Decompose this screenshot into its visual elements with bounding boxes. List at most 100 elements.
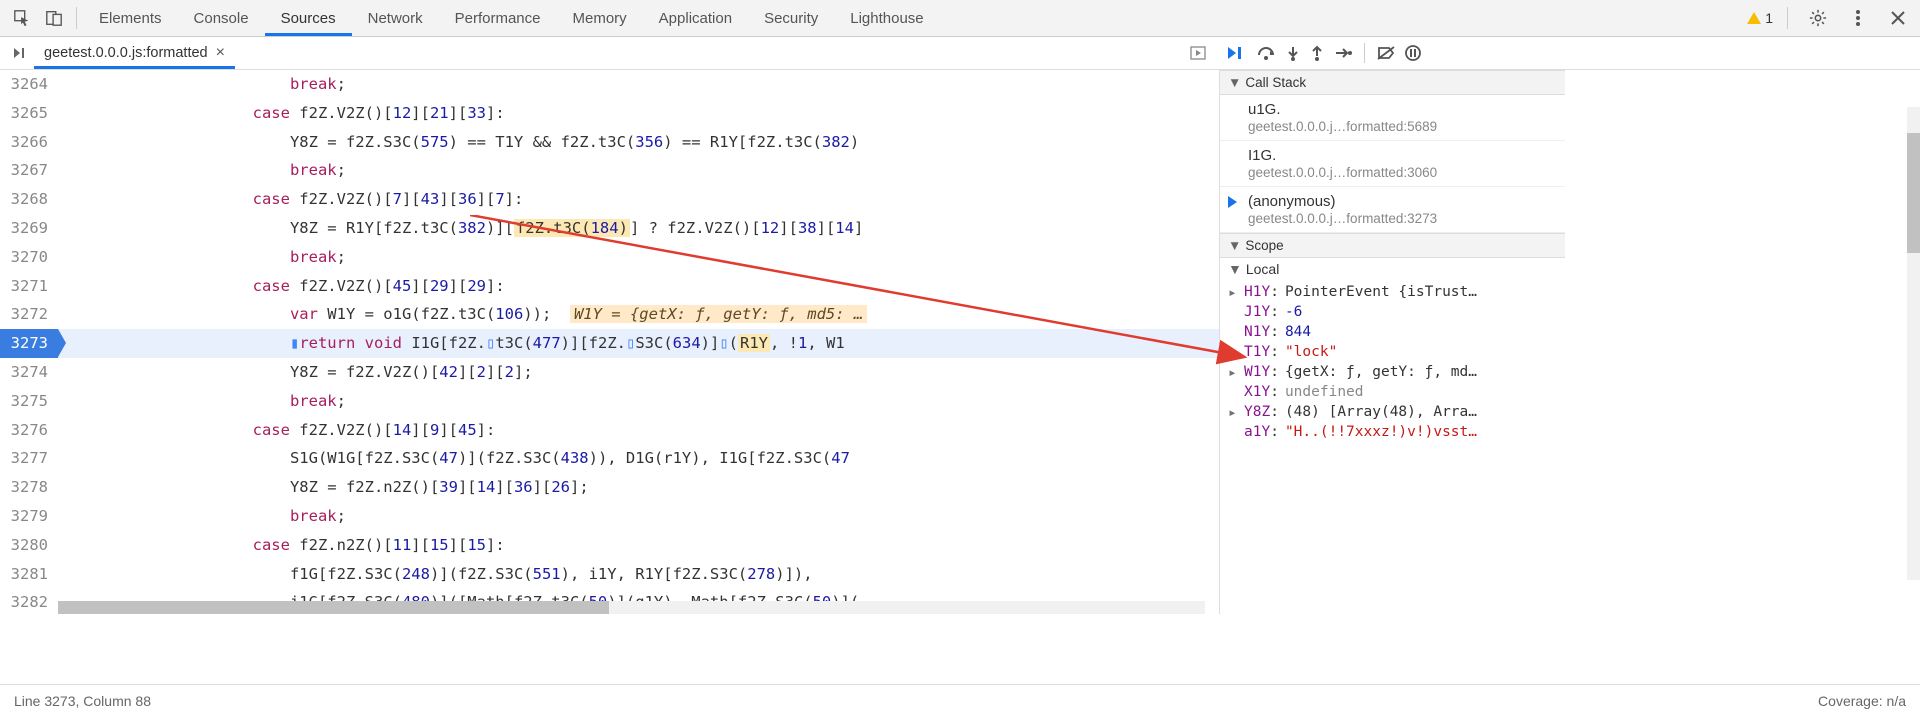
more-icon[interactable]	[1842, 2, 1874, 34]
line-number[interactable]: 3268	[0, 185, 58, 214]
code-line[interactable]: 3281 f1G[f2Z.S3C(248)](f2Z.S3C(551), i1Y…	[0, 560, 1219, 589]
call-stack-frame[interactable]: u1G.geetest.0.0.0.j…formatted:5689	[1220, 95, 1565, 141]
device-toolbar-icon[interactable]	[38, 2, 70, 34]
code-content: case f2Z.V2Z()[7][43][36][7]:	[58, 185, 1219, 214]
scope-local-body: ▸H1Y: PointerEvent {isTrust…J1Y: -6N1Y: …	[1220, 280, 1565, 448]
code-content: case f2Z.V2Z()[12][21][33]:	[58, 99, 1219, 128]
code-line[interactable]: 3270 break;	[0, 243, 1219, 272]
code-line[interactable]: 3273 ▮return void I1G[f2Z.▯t3C(477)][f2Z…	[0, 329, 1219, 358]
code-content: Y8Z = f2Z.S3C(575) == T1Y && f2Z.t3C(356…	[58, 128, 1219, 157]
step-over-icon[interactable]	[1256, 45, 1276, 61]
close-file-icon[interactable]: ×	[216, 44, 225, 62]
code-line[interactable]: 3275 break;	[0, 387, 1219, 416]
scope-variable[interactable]: ▸H1Y: PointerEvent {isTrust…	[1226, 282, 1559, 302]
close-devtools-icon[interactable]	[1882, 2, 1914, 34]
code-line[interactable]: 3269 Y8Z = R1Y[f2Z.t3C(382)][f2Z.t3C(184…	[0, 214, 1219, 243]
scope-variable[interactable]: ▸Y8Z: (48) [Array(48), Arra…	[1226, 402, 1559, 422]
panel-tab-security[interactable]: Security	[748, 0, 834, 36]
right-sidebar: ▼ Call Stack u1G.geetest.0.0.0.j…formatt…	[1220, 70, 1565, 614]
line-number[interactable]: 3270	[0, 243, 58, 272]
code-line[interactable]: 3268 case f2Z.V2Z()[7][43][36][7]:	[0, 185, 1219, 214]
line-number[interactable]: 3271	[0, 272, 58, 301]
scope-variable[interactable]: N1Y: 844	[1226, 322, 1559, 342]
deactivate-breakpoints-icon[interactable]	[1377, 45, 1395, 61]
code-content: Y8Z = f2Z.n2Z()[39][14][36][26];	[58, 473, 1219, 502]
resume-icon[interactable]	[1226, 45, 1246, 61]
code-line[interactable]: 3277 S1G(W1G[f2Z.S3C(47)](f2Z.S3C(438)),…	[0, 444, 1219, 473]
horizontal-scrollbar[interactable]	[58, 601, 1205, 614]
stack-location: geetest.0.0.0.j…formatted:5689	[1248, 119, 1555, 134]
stack-location: geetest.0.0.0.j…formatted:3060	[1248, 165, 1555, 180]
line-number[interactable]: 3272	[0, 300, 58, 329]
line-number[interactable]: 3276	[0, 416, 58, 445]
settings-icon[interactable]	[1802, 2, 1834, 34]
panel-tab-performance[interactable]: Performance	[439, 0, 557, 36]
stack-function-name: u1G.	[1248, 101, 1555, 118]
code-line[interactable]: 3271 case f2Z.V2Z()[45][29][29]:	[0, 272, 1219, 301]
line-number[interactable]: 3275	[0, 387, 58, 416]
run-snippet-icon[interactable]	[1184, 39, 1212, 67]
panel-tab-lighthouse[interactable]: Lighthouse	[834, 0, 939, 36]
panel-tab-memory[interactable]: Memory	[557, 0, 643, 36]
call-stack-pane-header[interactable]: ▼ Call Stack	[1220, 70, 1565, 95]
code-line[interactable]: 3276 case f2Z.V2Z()[14][9][45]:	[0, 416, 1219, 445]
code-content: Y8Z = R1Y[f2Z.t3C(382)][f2Z.t3C(184)] ? …	[58, 214, 1219, 243]
scope-variable[interactable]: a1Y: "H..(!!7xxxz!)v!)vsst…	[1226, 422, 1559, 442]
warning-count: 1	[1765, 10, 1773, 26]
line-number[interactable]: 3264	[0, 70, 58, 99]
code-line[interactable]: 3266 Y8Z = f2Z.S3C(575) == T1Y && f2Z.t3…	[0, 128, 1219, 157]
line-number[interactable]: 3274	[0, 358, 58, 387]
scope-variable[interactable]: ▸W1Y: {getX: ƒ, getY: ƒ, md…	[1226, 362, 1559, 382]
code-line[interactable]: 3274 Y8Z = f2Z.V2Z()[42][2][2];	[0, 358, 1219, 387]
scope-variable[interactable]: T1Y: "lock"	[1226, 342, 1559, 362]
code-line[interactable]: 3278 Y8Z = f2Z.n2Z()[39][14][36][26];	[0, 473, 1219, 502]
line-number[interactable]: 3278	[0, 473, 58, 502]
chevron-right-icon: ▸	[1228, 405, 1237, 421]
code-line[interactable]: 3272 var W1Y = o1G(f2Z.t3C(106)); W1Y = …	[0, 300, 1219, 329]
inspect-element-icon[interactable]	[6, 2, 38, 34]
stack-function-name: I1G.	[1248, 147, 1555, 164]
panel-tab-elements[interactable]: Elements	[83, 0, 178, 36]
code-content: break;	[58, 387, 1219, 416]
devtools-toolbar: ElementsConsoleSourcesNetworkPerformance…	[0, 0, 1920, 37]
step-icon[interactable]	[1334, 46, 1352, 60]
line-number[interactable]: 3279	[0, 502, 58, 531]
code-content: case f2Z.V2Z()[14][9][45]:	[58, 416, 1219, 445]
line-number[interactable]: 3269	[0, 214, 58, 243]
step-out-icon[interactable]	[1310, 45, 1324, 61]
code-line[interactable]: 3267 break;	[0, 156, 1219, 185]
vertical-scrollbar[interactable]	[1907, 107, 1920, 580]
panel-tab-sources[interactable]: Sources	[265, 0, 352, 36]
line-number[interactable]: 3280	[0, 531, 58, 560]
show-navigator-icon[interactable]	[6, 39, 34, 67]
line-number[interactable]: 3266	[0, 128, 58, 157]
call-stack-frame[interactable]: (anonymous)geetest.0.0.0.j…formatted:327…	[1220, 187, 1565, 233]
pause-on-exceptions-icon[interactable]	[1405, 45, 1421, 61]
line-number[interactable]: 3282	[0, 588, 58, 614]
warnings-badge[interactable]: 1	[1747, 10, 1773, 26]
panel-tab-application[interactable]: Application	[643, 0, 748, 36]
panel-tab-network[interactable]: Network	[352, 0, 439, 36]
step-into-icon[interactable]	[1286, 45, 1300, 61]
scope-pane-header[interactable]: ▼ Scope	[1220, 233, 1565, 258]
code-content: Y8Z = f2Z.V2Z()[42][2][2];	[58, 358, 1219, 387]
code-line[interactable]: 3264 break;	[0, 70, 1219, 99]
panel-tabs: ElementsConsoleSourcesNetworkPerformance…	[83, 0, 1747, 36]
line-number[interactable]: 3267	[0, 156, 58, 185]
line-number[interactable]: 3273	[0, 329, 58, 358]
variable-name: N1Y	[1244, 324, 1270, 340]
line-number[interactable]: 3281	[0, 560, 58, 589]
scope-variable[interactable]: X1Y: undefined	[1226, 382, 1559, 402]
line-number[interactable]: 3265	[0, 99, 58, 128]
code-line[interactable]: 3280 case f2Z.n2Z()[11][15][15]:	[0, 531, 1219, 560]
scope-local-header[interactable]: ▼ Local	[1220, 258, 1565, 280]
code-content: var W1Y = o1G(f2Z.t3C(106)); W1Y = {getX…	[58, 300, 1219, 329]
call-stack-frame[interactable]: I1G.geetest.0.0.0.j…formatted:3060	[1220, 141, 1565, 187]
code-editor[interactable]: 3264 break;3265 case f2Z.V2Z()[12][21][3…	[0, 70, 1220, 614]
code-line[interactable]: 3265 case f2Z.V2Z()[12][21][33]:	[0, 99, 1219, 128]
scope-variable[interactable]: J1Y: -6	[1226, 302, 1559, 322]
file-tab[interactable]: geetest.0.0.0.js:formatted ×	[34, 37, 235, 69]
line-number[interactable]: 3277	[0, 444, 58, 473]
code-line[interactable]: 3279 break;	[0, 502, 1219, 531]
panel-tab-console[interactable]: Console	[178, 0, 265, 36]
